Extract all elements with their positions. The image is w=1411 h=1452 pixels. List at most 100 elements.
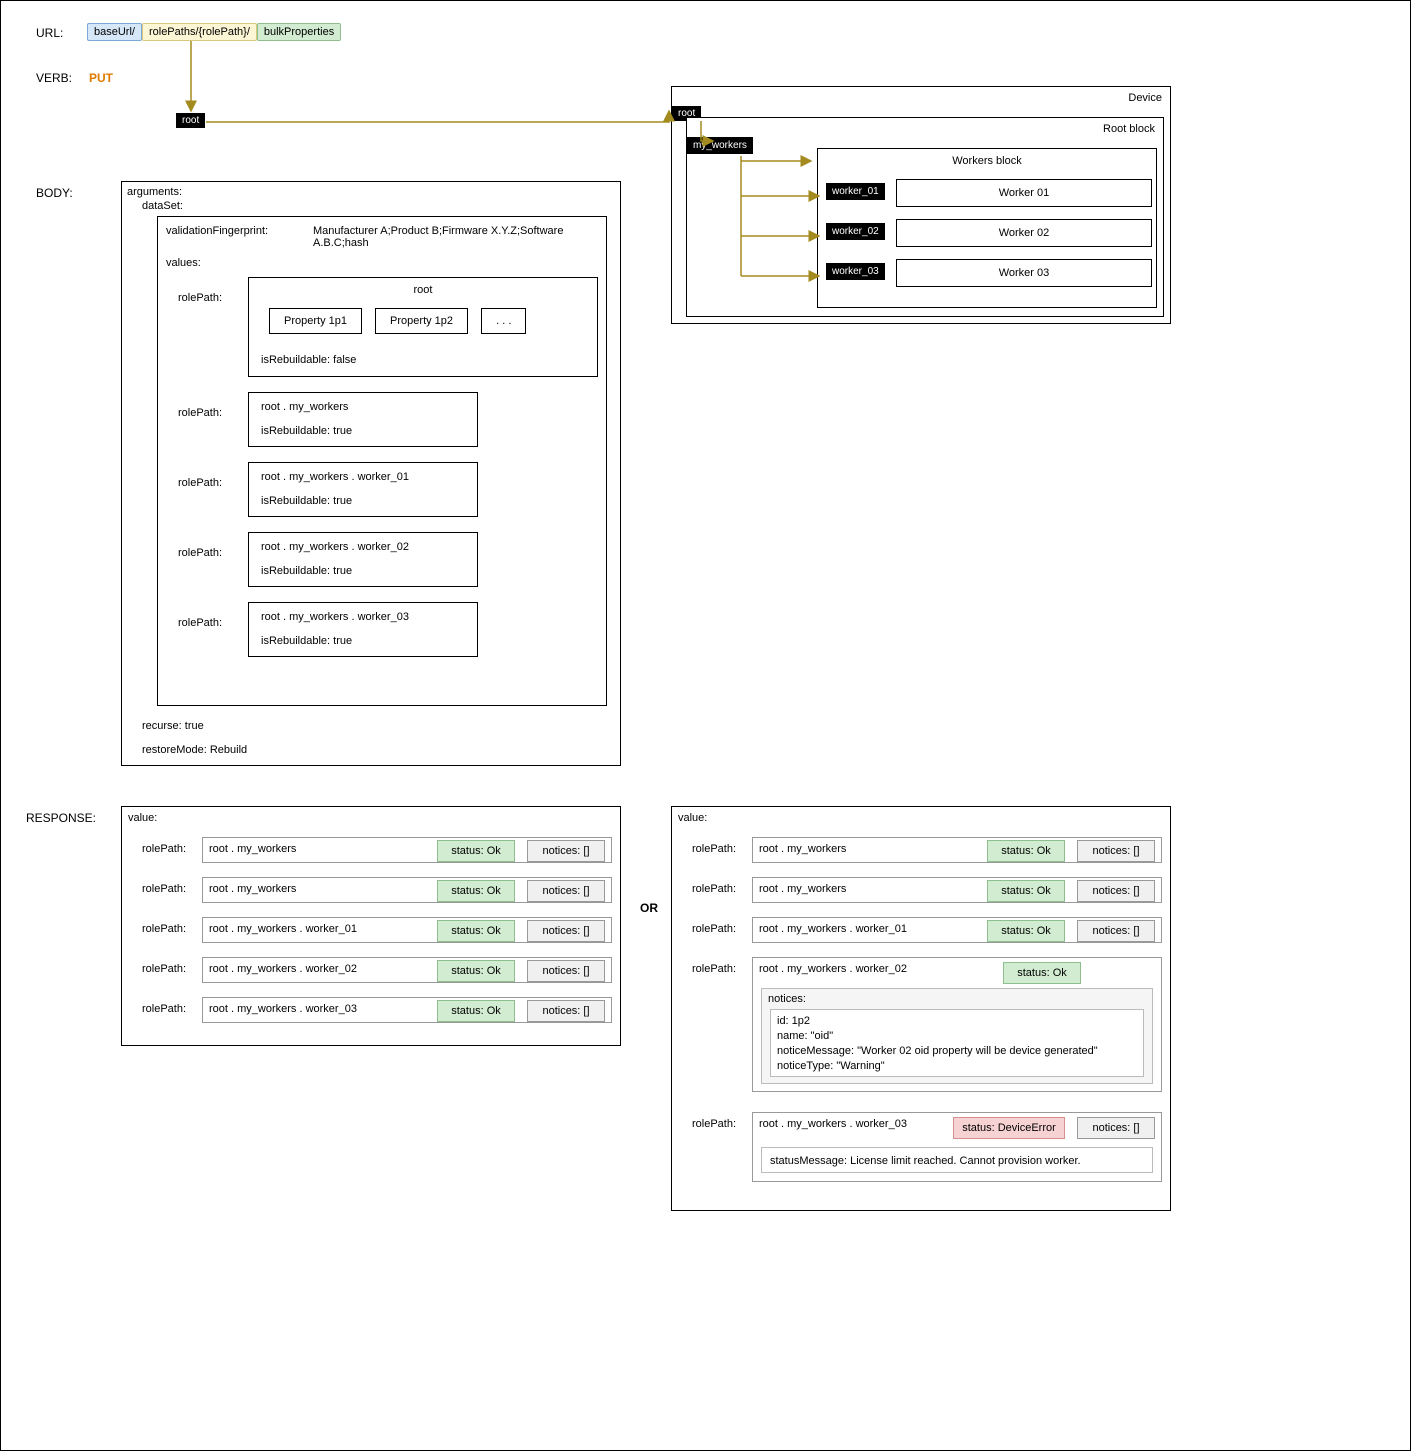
- or-label: OR: [640, 901, 658, 915]
- arguments-label: arguments:: [127, 186, 182, 198]
- dataset-label: dataSet:: [142, 200, 183, 212]
- resp-left-value: value:: [128, 812, 157, 824]
- status-ok-pill: status: Ok: [1003, 962, 1081, 984]
- status-ok-pill: status: Ok: [987, 880, 1065, 902]
- url-segments: baseUrl/rolePaths/{rolePath}/bulkPropert…: [87, 23, 341, 41]
- status-ok-pill: status: Ok: [437, 840, 515, 862]
- resp-left-path: root . my_workers: [209, 883, 296, 895]
- rolepath-label-1: rolePath:: [178, 407, 222, 419]
- resp-left-row: root . my_workers status: Ok notices: []: [202, 837, 612, 863]
- rolepath-root-title: root: [249, 284, 597, 296]
- status-ok-pill: status: Ok: [437, 920, 515, 942]
- rolepath-box-2: root . my_workers . worker_01 isRebuilda…: [248, 462, 478, 517]
- status-err-pill: status: DeviceError: [953, 1117, 1065, 1139]
- prop-1p2: Property 1p2: [375, 308, 468, 334]
- notices-pill: notices: []: [527, 960, 605, 982]
- resp-left-path: root . my_workers . worker_01: [209, 923, 357, 935]
- resp-left-row: root . my_workers . worker_03 status: Ok…: [202, 997, 612, 1023]
- worker-chip-03: worker_03: [826, 263, 885, 280]
- notices-pill: notices: []: [1077, 880, 1155, 902]
- notices-pill: notices: []: [1077, 920, 1155, 942]
- url-bulkprops: bulkProperties: [257, 23, 341, 41]
- status-ok-pill: status: Ok: [437, 960, 515, 982]
- myworkers-chip: my_workers: [687, 137, 753, 154]
- resp-right-path: root . my_workers: [759, 883, 846, 895]
- notices-pill: notices: []: [527, 880, 605, 902]
- isrebuild-false: isRebuildable: false: [261, 354, 356, 366]
- rolepath-rebuild-2: isRebuildable: true: [261, 495, 352, 507]
- root-block: Root block my_workers Workers block work…: [686, 117, 1164, 317]
- resp-left-row: root . my_workers . worker_01 status: Ok…: [202, 917, 612, 943]
- response-right: value: rolePath:root . my_workers status…: [671, 806, 1171, 1211]
- body-panel: arguments: dataSet: validationFingerprin…: [121, 181, 621, 766]
- notices-box: notices: id: 1p2name: "oid"noticeMessage…: [761, 988, 1153, 1084]
- root-block-title: Root block: [1103, 123, 1155, 135]
- rolepath-rebuild-3: isRebuildable: true: [261, 565, 352, 577]
- resp-right-row: root . my_workers . worker_01 status: Ok…: [752, 917, 1162, 943]
- rolepath-box-1: root . my_workers isRebuildable: true: [248, 392, 478, 447]
- status-ok-pill: status: Ok: [437, 1000, 515, 1022]
- worker-body-02: Worker 02: [896, 219, 1152, 247]
- worker-row-01: worker_01 Worker 01: [826, 179, 1150, 207]
- verb-value: PUT: [89, 71, 113, 85]
- worker-chip-02: worker_02: [826, 223, 885, 240]
- vf-value: Manufacturer A;Product B;Firmware X.Y.Z;…: [313, 225, 606, 249]
- rolepath-label-0: rolePath:: [178, 292, 222, 304]
- response-label: RESPONSE:: [26, 811, 96, 825]
- resp-right-row: root . my_workers status: Ok notices: []: [752, 837, 1162, 863]
- url-baseurl: baseUrl/: [87, 23, 142, 41]
- notices-pill: notices: []: [1077, 840, 1155, 862]
- prop-1p1: Property 1p1: [269, 308, 362, 334]
- values-label: values:: [166, 257, 201, 269]
- restore-label: restoreMode: Rebuild: [142, 744, 247, 756]
- notice-line: name: "oid": [777, 1029, 1137, 1044]
- resp-left-path: root . my_workers . worker_02: [209, 963, 357, 975]
- resp-left-rplabel: rolePath:: [142, 883, 186, 895]
- workers-block-title: Workers block: [818, 155, 1156, 167]
- resp-left-rplabel: rolePath:: [142, 1003, 186, 1015]
- device-title: Device: [1128, 92, 1162, 104]
- worker-body-03: Worker 03: [896, 259, 1152, 287]
- url-rolepath: rolePaths/{rolePath}/: [142, 23, 257, 41]
- worker-row-03: worker_03 Worker 03: [826, 259, 1150, 287]
- rolepath-box-4: root . my_workers . worker_03 isRebuilda…: [248, 602, 478, 657]
- resp-right-path: root . my_workers: [759, 843, 846, 855]
- notice-line: noticeMessage: "Worker 02 oid property w…: [777, 1044, 1137, 1059]
- prop-chips: Property 1p1 Property 1p2 . . .: [269, 308, 536, 334]
- rolepath-root-box: root Property 1p1 Property 1p2 . . . isR…: [248, 277, 598, 377]
- resp-right-rplabel-w2: rolePath:: [692, 963, 736, 975]
- resp-left-rplabel: rolePath:: [142, 843, 186, 855]
- rolepath-path-4: root . my_workers . worker_03: [261, 611, 409, 623]
- resp-right-rplabel: rolePath:: [692, 883, 736, 895]
- recurse-label: recurse: true: [142, 720, 204, 732]
- url-label: URL:: [36, 26, 63, 40]
- notice-line: noticeType: "Warning": [777, 1059, 1137, 1074]
- body-label: BODY:: [36, 186, 73, 200]
- rolepath-rebuild-4: isRebuildable: true: [261, 635, 352, 647]
- notices-pill: notices: []: [1077, 1117, 1155, 1139]
- response-left: value: rolePath: root . my_workers status…: [121, 806, 621, 1046]
- resp-right-w3-box: root . my_workers . worker_03 status: De…: [752, 1112, 1162, 1182]
- verb-label: VERB:: [36, 71, 72, 85]
- resp-right-rplabel: rolePath:: [692, 923, 736, 935]
- rolepath-rebuild-1: isRebuildable: true: [261, 425, 352, 437]
- resp-left-path: root . my_workers . worker_03: [209, 1003, 357, 1015]
- notices-label: notices:: [768, 993, 806, 1005]
- worker-body-01: Worker 01: [896, 179, 1152, 207]
- resp-right-rplabel: rolePath:: [692, 843, 736, 855]
- rolepath-path-2: root . my_workers . worker_01: [261, 471, 409, 483]
- resp-right-row: root . my_workers status: Ok notices: []: [752, 877, 1162, 903]
- worker-chip-01: worker_01: [826, 183, 885, 200]
- rolepath-label-3: rolePath:: [178, 547, 222, 559]
- notice-line: id: 1p2: [777, 1014, 1137, 1029]
- resp-right-w3-path: root . my_workers . worker_03: [759, 1118, 907, 1130]
- resp-left-rplabel: rolePath:: [142, 963, 186, 975]
- resp-right-path: root . my_workers . worker_01: [759, 923, 907, 935]
- root-chip: root: [176, 113, 205, 128]
- worker-row-02: worker_02 Worker 02: [826, 219, 1150, 247]
- notices-pill: notices: []: [527, 1000, 605, 1022]
- rolepath-path-1: root . my_workers: [261, 401, 348, 413]
- status-ok-pill: status: Ok: [987, 840, 1065, 862]
- rolepath-label-4: rolePath:: [178, 617, 222, 629]
- vf-label: validationFingerprint:: [166, 225, 268, 237]
